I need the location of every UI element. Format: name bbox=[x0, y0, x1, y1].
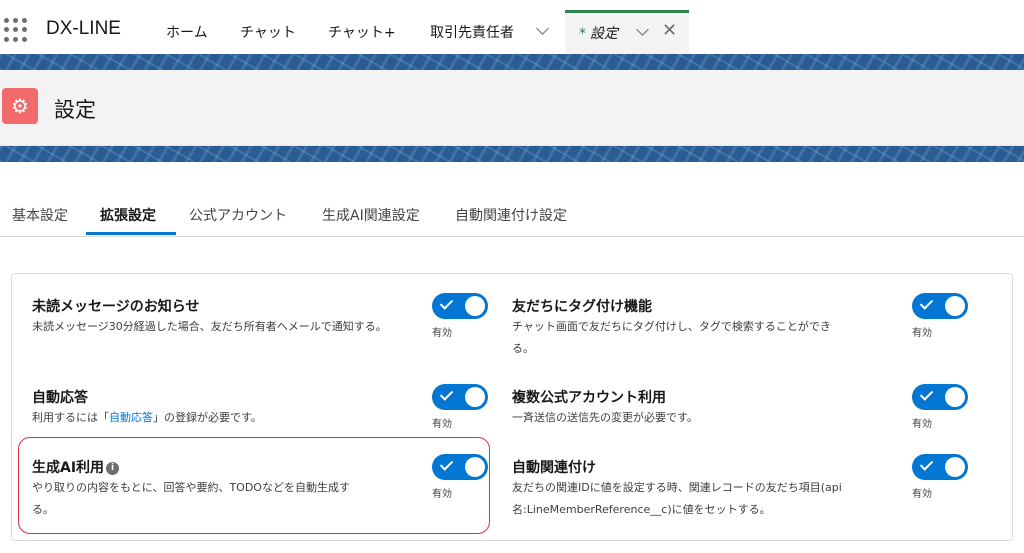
toggle-state-label: 有効 bbox=[912, 489, 932, 500]
auto-reply-toggle[interactable] bbox=[432, 384, 488, 410]
tab-settings-label: * 設定 bbox=[579, 26, 618, 42]
setting-description: チャット画面で友だちにタグ付けし、タグで検索することができる。 bbox=[512, 320, 831, 355]
header-banner-bottom bbox=[0, 146, 1024, 162]
page-header: ⚙ 設定 bbox=[0, 70, 1024, 146]
nav-item-chat-plus[interactable]: チャット+ bbox=[328, 22, 396, 42]
tab-settings-chevron-down-icon[interactable] bbox=[636, 23, 649, 36]
subtab-extended[interactable]: 拡張設定 bbox=[100, 205, 156, 225]
subtab-official-account[interactable]: 公式アカウント bbox=[189, 205, 287, 225]
setting-title: 自動関連付け bbox=[512, 460, 596, 476]
setting-description: 未読メッセージ30分経過した場合、友だち所有者へメールで通知する。 bbox=[32, 320, 387, 333]
global-nav: DX-LINE ホーム チャット チャット+ 取引先責任者 * 設定 ✕ bbox=[0, 0, 1024, 54]
setting-multi-account: 複数公式アカウント利用 一斉送信の送信先の変更が必要です。 bbox=[512, 387, 972, 429]
auto-link-toggle[interactable] bbox=[912, 454, 968, 480]
app-launcher-icon[interactable] bbox=[4, 18, 28, 42]
unsaved-marker: * bbox=[579, 26, 586, 42]
setting-auto-link: 自動関連付け 友だちの関連IDに値を設定する時、関連レコードの友だち項目(api… bbox=[512, 457, 972, 521]
setting-description: 友だちの関連IDに値を設定する時、関連レコードの友だち項目(api名:LineM… bbox=[512, 481, 842, 516]
toggle-state-label: 有効 bbox=[432, 419, 452, 430]
multi-account-toggle[interactable] bbox=[912, 384, 968, 410]
friend-tagging-toggle[interactable] bbox=[912, 293, 968, 319]
nav-item-chat[interactable]: チャット bbox=[240, 22, 296, 42]
highlight-outline bbox=[18, 437, 490, 534]
active-subtab-indicator bbox=[86, 232, 176, 235]
tab-settings[interactable]: * 設定 ✕ bbox=[565, 10, 689, 54]
toggle-state-label: 有効 bbox=[912, 328, 932, 339]
header-banner-top bbox=[0, 54, 1024, 70]
toggle-state-label: 有効 bbox=[912, 419, 932, 430]
setting-title: 未読メッセージのお知らせ bbox=[32, 299, 200, 315]
nav-item-contacts[interactable]: 取引先責任者 bbox=[430, 22, 514, 42]
nav-item-home[interactable]: ホーム bbox=[166, 22, 208, 42]
page-title: 設定 bbox=[54, 98, 96, 122]
toggle-state-label: 有効 bbox=[432, 328, 452, 339]
auto-reply-link[interactable]: 自動応答 bbox=[109, 411, 153, 424]
subtab-basic[interactable]: 基本設定 bbox=[12, 205, 68, 225]
contacts-chevron-down-icon[interactable] bbox=[536, 22, 549, 35]
unread-notice-toggle[interactable] bbox=[432, 293, 488, 319]
setting-unread-notice: 未読メッセージのお知らせ 未読メッセージ30分経過した場合、友だち所有者へメール… bbox=[32, 296, 492, 338]
setting-title: 自動応答 bbox=[32, 390, 88, 406]
close-tab-icon[interactable]: ✕ bbox=[662, 20, 677, 41]
settings-subtabs: 基本設定 拡張設定 公式アカウント 生成AI関連設定 自動関連付け設定 bbox=[0, 195, 1024, 237]
subtab-auto-link[interactable]: 自動関連付け設定 bbox=[455, 205, 567, 225]
setting-description: 利用するには「自動応答」の登録が必要です。 bbox=[32, 411, 262, 424]
setting-friend-tagging: 友だちにタグ付け機能 チャット画面で友だちにタグ付けし、タグで検索することができ… bbox=[512, 296, 972, 360]
setting-title: 友だちにタグ付け機能 bbox=[512, 299, 652, 315]
setting-title: 複数公式アカウント利用 bbox=[512, 390, 666, 406]
setting-auto-reply: 自動応答 利用するには「自動応答」の登録が必要です。 bbox=[32, 387, 492, 429]
setting-description: 一斉送信の送信先の変更が必要です。 bbox=[512, 411, 698, 424]
app-name: DX-LINE bbox=[46, 18, 121, 39]
settings-gears-icon: ⚙ bbox=[2, 88, 38, 124]
subtab-gen-ai[interactable]: 生成AI関連設定 bbox=[322, 205, 420, 225]
